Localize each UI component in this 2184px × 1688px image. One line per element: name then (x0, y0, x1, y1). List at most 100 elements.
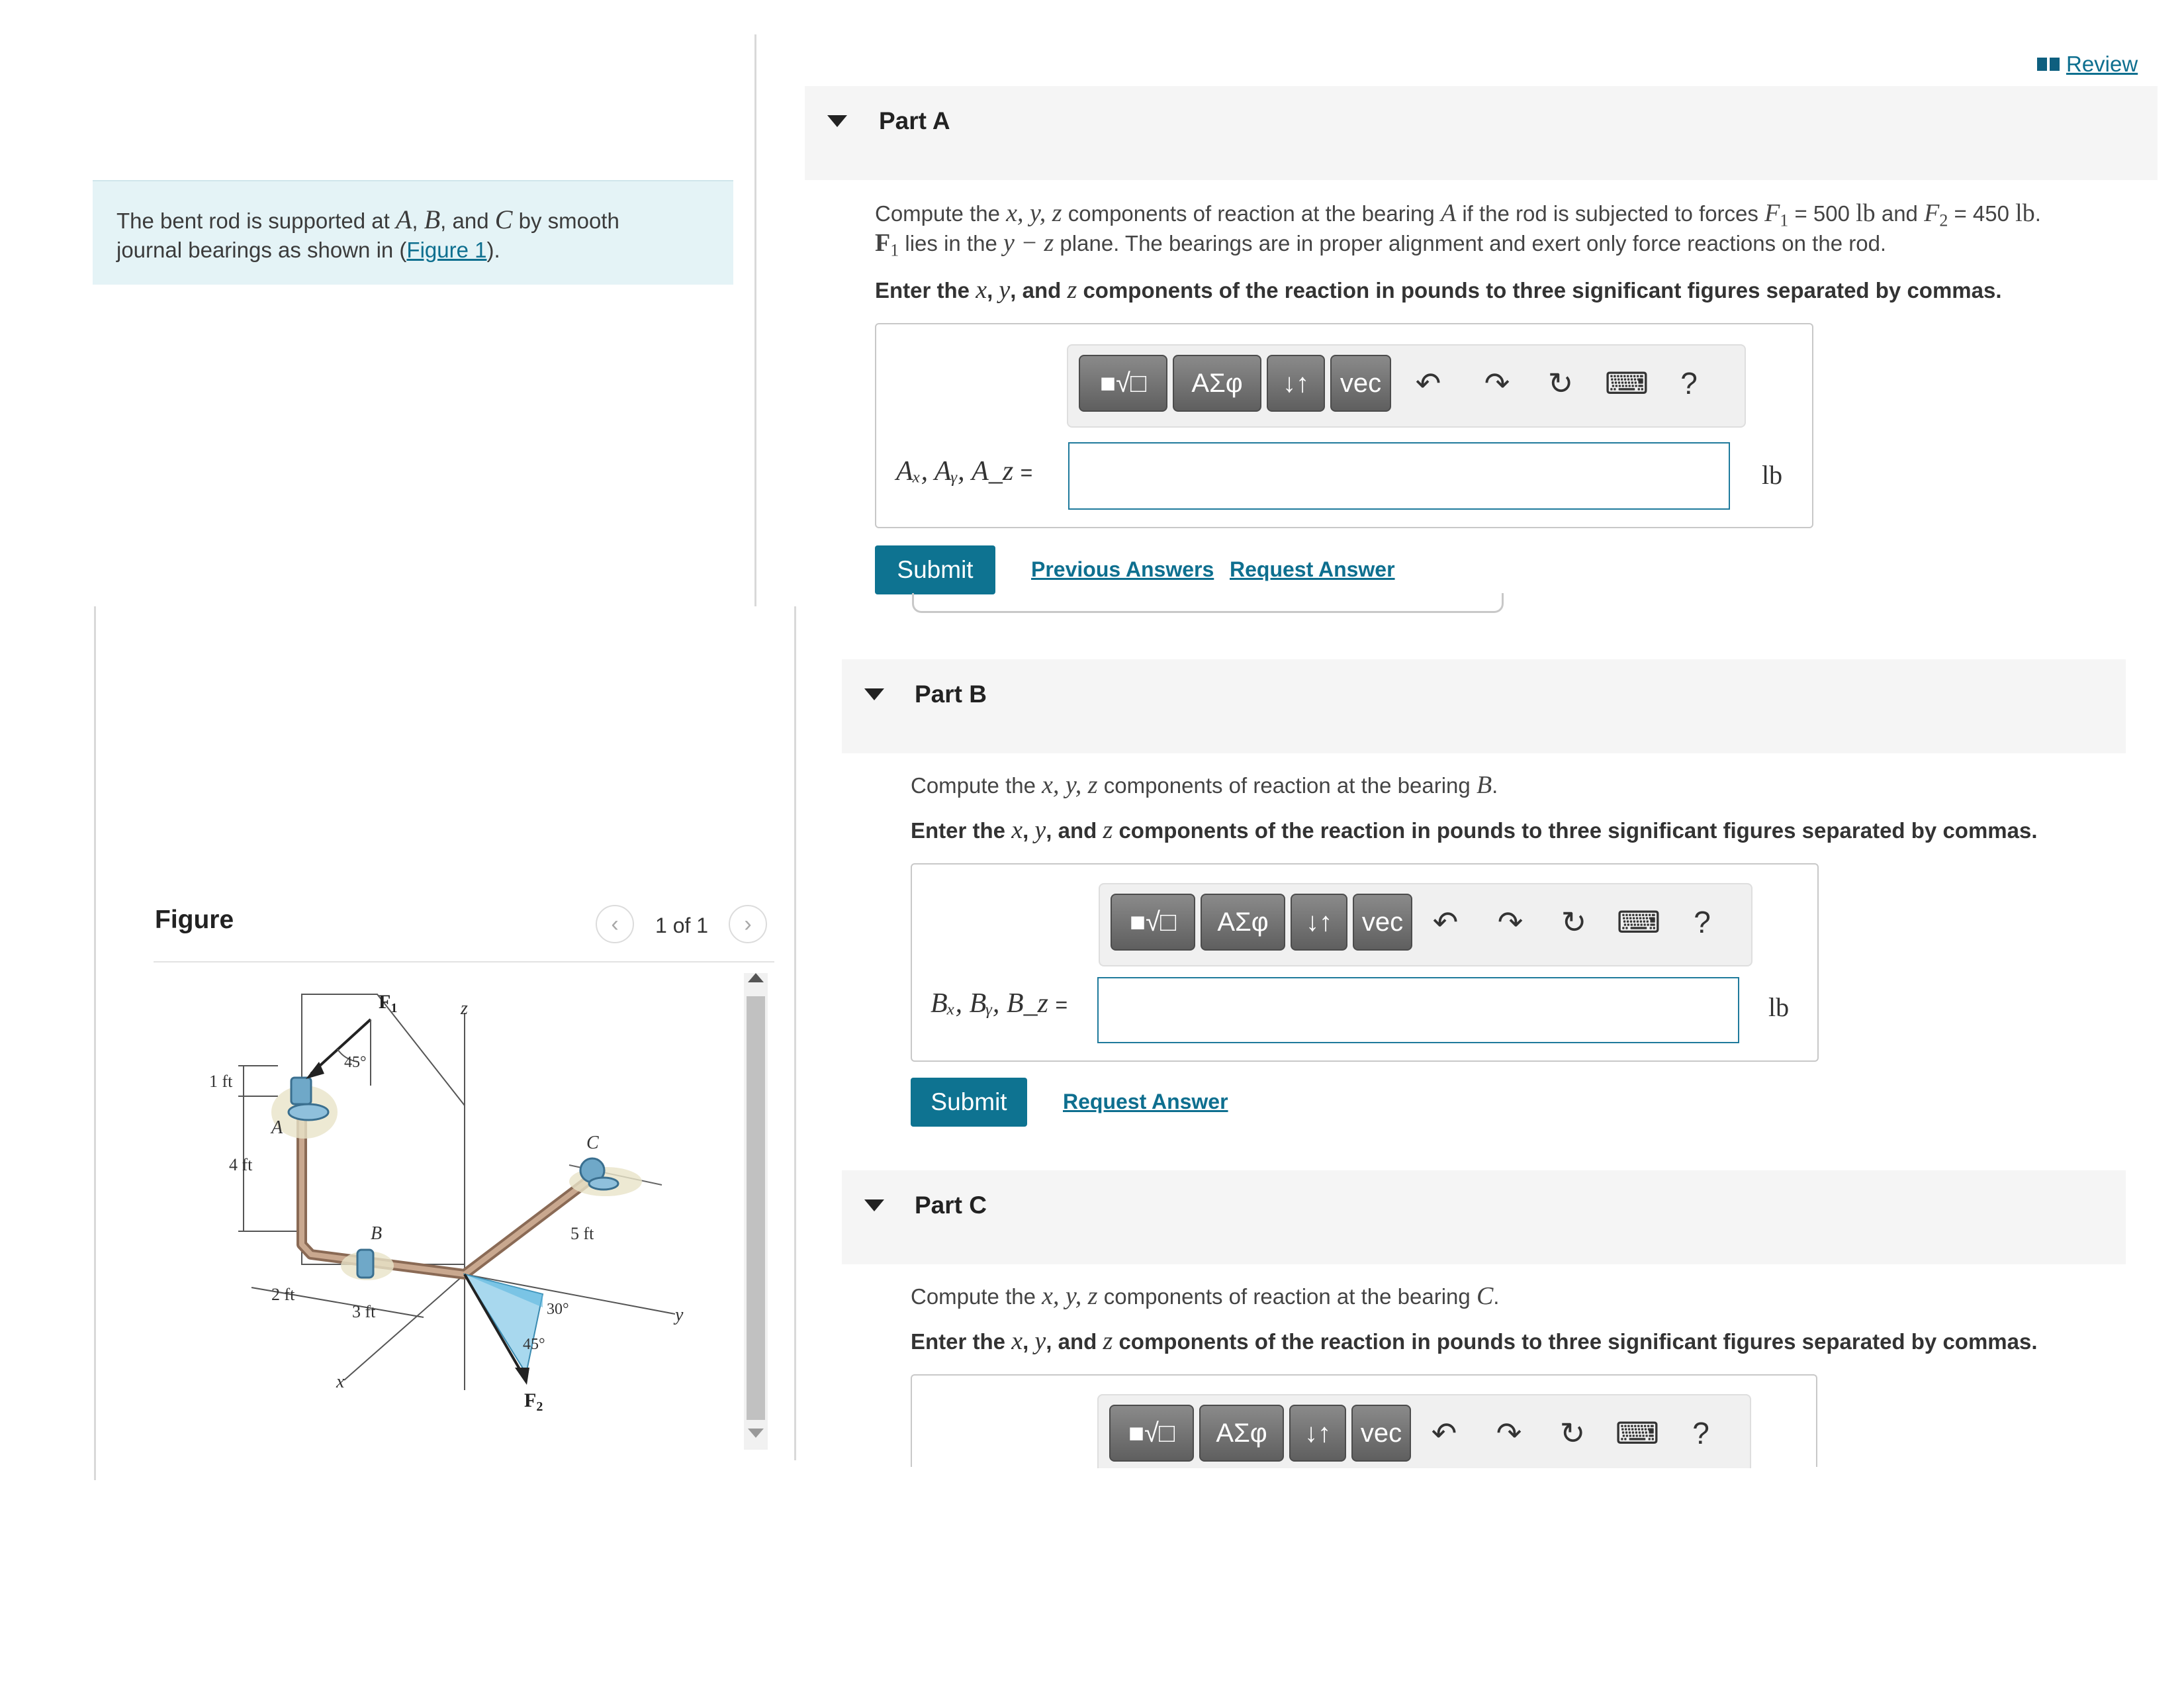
keyboard-icon[interactable]: ⌨ (1617, 894, 1661, 951)
templates-icon: ■√□ (1129, 907, 1177, 937)
vec-button[interactable]: vec (1330, 355, 1391, 412)
part-b-answer-input[interactable] (1097, 977, 1739, 1043)
figure-scrollbar-thumb[interactable] (747, 996, 765, 1420)
part-b-header[interactable]: Part B (842, 659, 2126, 753)
reset-icon[interactable]: ↻ (1539, 355, 1582, 412)
part-a-header[interactable]: Part A (805, 86, 2158, 180)
keyboard-icon[interactable]: ⌨ (1615, 1405, 1659, 1462)
label-45-top: 45° (344, 1054, 367, 1071)
redo-icon[interactable]: ↷ (1476, 355, 1518, 412)
q-f1-sub: 1 (890, 240, 899, 260)
help-icon[interactable]: ? (1681, 894, 1723, 951)
review-label[interactable]: Review (2066, 52, 2138, 77)
bent-rod-figure: F1 z 45° 1 ft A 4 ft C B 5 ft 2 ft 3 ft … (209, 991, 684, 1414)
q-text: components of reaction at the bearing (1097, 1284, 1477, 1309)
q-text: = 500 (1788, 201, 1856, 226)
part-a-submit-button[interactable]: Submit (875, 545, 995, 594)
label-z: z (460, 998, 468, 1019)
review-link[interactable]: Review (2037, 52, 2138, 77)
reset-icon[interactable]: ↻ (1551, 1405, 1594, 1462)
label-f2: F2 (524, 1389, 543, 1414)
part-b-question: Compute the x, y, z components of reacti… (911, 771, 1498, 800)
instr-text: , (987, 278, 999, 303)
instr-x: x (976, 276, 987, 304)
arrows-button[interactable]: ↓↑ (1267, 355, 1325, 412)
instr-text: components of the reaction in pounds to … (1113, 1329, 2038, 1354)
var-b: B (424, 205, 441, 234)
q-text: components of reaction at the bearing (1097, 773, 1477, 798)
collapse-triangle-icon[interactable] (864, 688, 884, 700)
symbols-button[interactable]: ΑΣφ (1201, 894, 1285, 951)
collapse-triangle-icon[interactable] (864, 1199, 884, 1211)
part-a-answer-input[interactable] (1068, 442, 1730, 510)
templates-button[interactable]: ■√□ (1111, 894, 1195, 951)
arrows-icon: ↓↑ (1304, 1418, 1331, 1448)
undo-icon[interactable]: ↶ (1424, 894, 1467, 951)
instr-text: , and (1046, 818, 1103, 843)
scroll-down-arrow-icon[interactable] (748, 1429, 764, 1438)
q-text: = 450 (1948, 201, 2016, 226)
part-c-header[interactable]: Part C (842, 1170, 2126, 1264)
part-a-feedback-edge (912, 593, 1504, 613)
instr-text: , (1023, 1329, 1035, 1354)
part-b-request-answer-link[interactable]: Request Answer (1063, 1090, 1228, 1114)
part-a-instructions: Enter the x, y, and z components of the … (875, 275, 2002, 305)
math-toolbar: ■√□ ΑΣφ ↓↑ vec ↶ ↷ ↻ ⌨ ? (1067, 344, 1746, 428)
label-4ft: 4 ft (229, 1155, 253, 1174)
part-a-request-answer-link[interactable]: Request Answer (1230, 557, 1395, 582)
redo-icon[interactable]: ↷ (1489, 894, 1531, 951)
part-a-answer-label: Aₓ, Aᵧ, A_z = (896, 456, 1033, 487)
arrows-button[interactable]: ↓↑ (1289, 1405, 1346, 1462)
previous-answers-link[interactable]: Previous Answers (1031, 557, 1214, 582)
left-panel-divider-left (94, 606, 96, 1480)
arrows-button[interactable]: ↓↑ (1291, 894, 1347, 951)
templates-button[interactable]: ■√□ (1079, 355, 1167, 412)
bent-rod (296, 1077, 601, 1280)
left-panel-divider-top (754, 34, 756, 606)
templates-icon: ■√□ (1099, 368, 1147, 398)
part-c-title: Part C (915, 1192, 987, 1219)
figure-next-button[interactable]: › (729, 905, 767, 943)
symbols-button[interactable]: ΑΣφ (1199, 1405, 1284, 1462)
q-vars: x, y, z (1042, 1282, 1098, 1310)
undo-icon[interactable]: ↶ (1423, 1405, 1465, 1462)
bearing-a (290, 1076, 312, 1105)
math-toolbar: ■√□ ΑΣφ ↓↑ vec ↶ ↷ ↻ ⌨ ? (1099, 883, 1752, 966)
problem-intro: The bent rod is supported at A, B, and C… (93, 180, 733, 285)
q-text: lies in the (899, 231, 1003, 256)
vec-button[interactable]: vec (1353, 894, 1412, 951)
part-c-question: Compute the x, y, z components of reacti… (911, 1282, 1499, 1311)
vec-button[interactable]: vec (1351, 1405, 1411, 1462)
symbols-icon: ΑΣφ (1217, 907, 1269, 937)
symbols-button[interactable]: ΑΣφ (1173, 355, 1261, 412)
label-3ft: 3 ft (352, 1302, 376, 1321)
help-icon[interactable]: ? (1680, 1405, 1722, 1462)
q-plane: y − z (1003, 229, 1054, 257)
reset-icon[interactable]: ↻ (1553, 894, 1595, 951)
bearing-c-base (588, 1176, 619, 1191)
label-45-bottom: 45° (523, 1336, 545, 1353)
redo-icon[interactable]: ↷ (1488, 1405, 1530, 1462)
undo-icon[interactable]: ↶ (1407, 355, 1449, 412)
figure-1-link[interactable]: Figure 1 (406, 238, 486, 262)
scroll-up-arrow-icon[interactable] (748, 973, 764, 982)
part-a-title: Part A (879, 107, 950, 134)
left-panel-divider-bottom (794, 606, 796, 1460)
part-a-unit: lb (1762, 460, 1783, 490)
figure-prev-button[interactable]: ‹ (596, 905, 634, 943)
templates-button[interactable]: ■√□ (1109, 1405, 1194, 1462)
collapse-triangle-icon[interactable] (827, 115, 847, 127)
instr-z: z (1103, 1327, 1113, 1355)
intro-sep: , and (440, 209, 495, 233)
book-icon (2037, 58, 2060, 71)
label-5ft: 5 ft (570, 1224, 594, 1243)
q-f1-bold: F (875, 229, 891, 257)
help-icon[interactable]: ? (1668, 355, 1710, 412)
arrows-icon: ↓↑ (1306, 907, 1332, 937)
keyboard-icon[interactable]: ⌨ (1605, 355, 1649, 412)
q-text: . (2034, 201, 2041, 226)
part-b-submit-button[interactable]: Submit (911, 1078, 1027, 1127)
instr-text: , (1023, 818, 1035, 843)
label-x: x (336, 1372, 345, 1392)
q-text: Compute the (875, 201, 1007, 226)
